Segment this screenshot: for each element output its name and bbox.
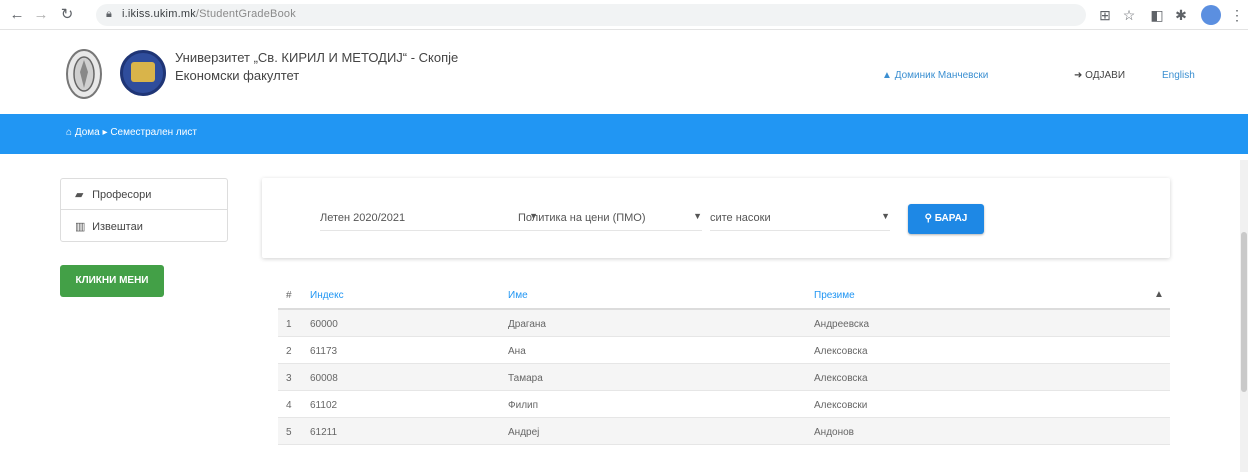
row-index: 61102: [310, 400, 338, 411]
forward-icon[interactable]: →: [32, 6, 50, 24]
faculty-emblem-logo: [120, 50, 166, 96]
bar-chart-icon: ▥: [75, 221, 86, 233]
back-icon[interactable]: ←: [8, 6, 26, 24]
row-num: 1: [286, 319, 292, 330]
sidebar-menu: ▰ Професори ▥ Извештаи: [60, 178, 228, 242]
table-row[interactable]: 1 60000 Драгана Андреевска: [278, 310, 1170, 337]
direction-select[interactable]: сите насоки ▼: [710, 209, 890, 231]
row-num: 5: [286, 427, 292, 438]
sidebar-item-label: Извештаи: [92, 221, 143, 233]
green-action-button[interactable]: КЛИКНИ МЕНИ: [60, 265, 164, 297]
table-row[interactable]: 2 61173 Ана Алексовска: [278, 337, 1170, 364]
row-surname: Алексовски: [814, 400, 868, 411]
row-name: Филип: [508, 400, 539, 411]
row-surname: Андонов: [814, 427, 854, 438]
sidebar-item-reports[interactable]: ▥ Извештаи: [61, 211, 227, 242]
table-row[interactable]: 4 61102 Филип Алексовски: [278, 391, 1170, 418]
subject-select[interactable]: Политика на цени (ПМО) ▼: [518, 209, 702, 231]
row-surname: Алексовска: [814, 373, 868, 384]
breadcrumb-current: Семестрален лист: [110, 127, 197, 138]
translate-icon[interactable]: ⊞: [1096, 6, 1114, 24]
extension-icon[interactable]: ◧: [1148, 6, 1166, 24]
semester-select-value: Летен 2020/2021: [320, 212, 406, 224]
filter-panel: Летен 2020/2021 ▼ Политика на цени (ПМО)…: [262, 178, 1170, 258]
logout-label: ОДЈАВИ: [1085, 70, 1126, 81]
browser-toolbar: ← → ↻ 🔒︎ i.ikiss.ukim.mk/StudentGradeBoo…: [0, 0, 1248, 30]
faculty-name: Економски факултет: [175, 68, 300, 83]
header-num: #: [286, 290, 292, 301]
row-index: 60000: [310, 319, 338, 330]
site-header: Универзитет „Св. КИРИЛ И МЕТОДИЈ“ - Скоп…: [0, 30, 1248, 114]
profile-avatar[interactable]: [1201, 5, 1221, 25]
table-row[interactable]: 3 60008 Тамара Алексовска: [278, 364, 1170, 391]
bookmark-star-icon[interactable]: ☆: [1120, 6, 1138, 24]
university-crest-logo: [66, 49, 102, 99]
user-icon: ▲: [882, 70, 892, 81]
header-index[interactable]: Индекс: [310, 290, 344, 301]
header-name[interactable]: Име: [508, 290, 528, 301]
url-host: i.ikiss.ukim.mk: [122, 8, 196, 20]
url-path: /StudentGradeBook: [195, 8, 296, 20]
table-header-row: # Индекс Име Презиме ▲: [278, 280, 1170, 310]
user-profile-link[interactable]: ▲ Доминик Манчевски: [882, 70, 988, 81]
chevron-down-icon: ▼: [881, 211, 890, 221]
sort-icon[interactable]: ▲: [1154, 289, 1164, 300]
row-num: 2: [286, 346, 292, 357]
breadcrumb: ⌂ Дома ▸ Семестрален лист: [66, 127, 197, 138]
search-icon: ⚲: [924, 213, 932, 224]
more-menu-icon[interactable]: ⋮: [1228, 6, 1246, 24]
sidebar-item-label: Професори: [92, 189, 152, 201]
row-index: 61211: [310, 427, 338, 438]
lock-icon: 🔒︎: [106, 8, 112, 20]
logout-icon: ➜: [1074, 70, 1083, 81]
search-button-label: БАРАЈ: [934, 213, 968, 224]
table-row[interactable]: 5 61211 Андреј Андонов: [278, 418, 1170, 445]
address-bar[interactable]: 🔒︎ i.ikiss.ukim.mk/StudentGradeBook: [96, 4, 1086, 26]
row-surname: Алексовска: [814, 346, 868, 357]
row-num: 4: [286, 400, 292, 411]
chevron-down-icon: ▼: [693, 211, 702, 221]
semester-select[interactable]: Летен 2020/2021 ▼: [320, 209, 538, 231]
scrollbar-thumb[interactable]: [1241, 232, 1247, 392]
home-icon[interactable]: ⌂: [66, 127, 72, 138]
nav-bar: ⌂ Дома ▸ Семестрален лист: [0, 114, 1248, 154]
header-surname[interactable]: Презиме: [814, 290, 855, 301]
university-name: Универзитет „Св. КИРИЛ И МЕТОДИЈ“ - Скоп…: [175, 50, 459, 65]
subject-select-value: Политика на цени (ПМО): [518, 212, 646, 224]
row-name: Андреј: [508, 427, 540, 438]
search-button[interactable]: ⚲ БАРАЈ: [908, 204, 984, 234]
sidebar-item-professors[interactable]: ▰ Професори: [61, 179, 227, 210]
comment-icon: ▰: [75, 189, 84, 201]
row-name: Драгана: [508, 319, 546, 330]
reload-icon[interactable]: ↻: [58, 6, 76, 24]
row-name: Тамара: [508, 373, 543, 384]
direction-select-value: сите насоки: [710, 212, 771, 224]
language-link[interactable]: English: [1162, 70, 1195, 81]
row-index: 61173: [310, 346, 338, 357]
puzzle-icon[interactable]: ✱: [1172, 6, 1190, 24]
row-name: Ана: [508, 346, 526, 357]
breadcrumb-home[interactable]: Дома: [75, 127, 100, 138]
row-num: 3: [286, 373, 292, 384]
user-name: Доминик Манчевски: [894, 70, 989, 81]
students-table: # Индекс Име Презиме ▲ 1 60000 Драгана А…: [278, 280, 1170, 472]
row-surname: Андреевска: [814, 319, 870, 330]
logout-link[interactable]: ➜ ОДЈАВИ: [1074, 70, 1125, 81]
row-index: 60008: [310, 373, 338, 384]
url-text: i.ikiss.ukim.mk/StudentGradeBook: [122, 8, 296, 20]
